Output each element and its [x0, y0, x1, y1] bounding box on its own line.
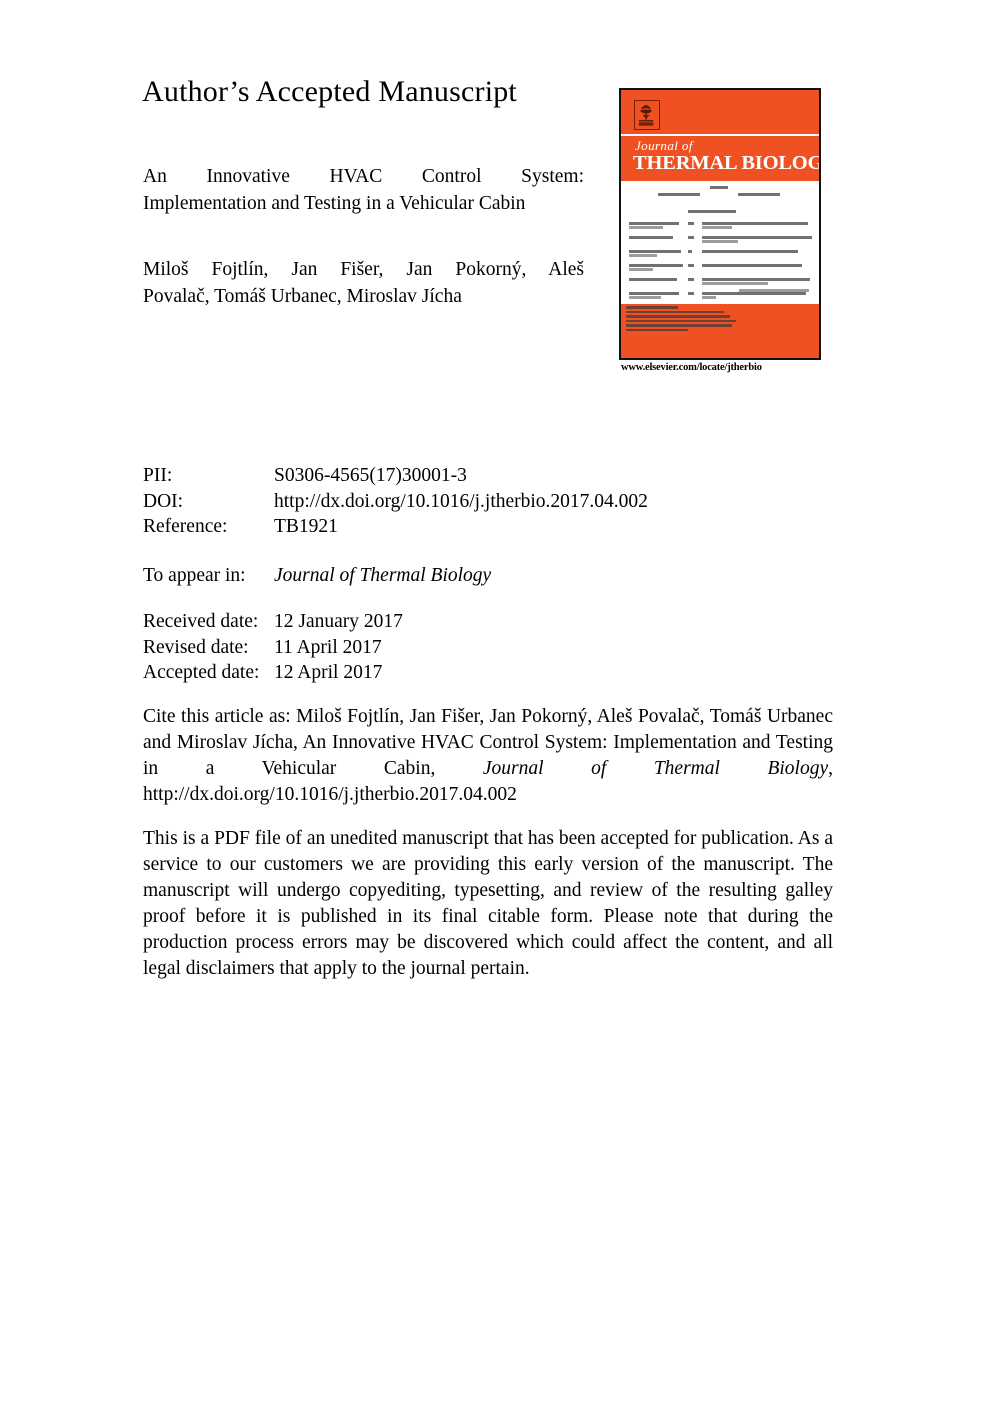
- pii-label: PII:: [143, 465, 173, 486]
- cover-contents-heading: [688, 210, 736, 213]
- appear-in-row: To appear in: Journal of Thermal Biology: [143, 563, 491, 589]
- toc-page-number: [688, 236, 694, 239]
- manuscript-cover-page: Author’s Accepted Manuscript An Innovati…: [0, 0, 992, 1403]
- cover-journal-name: THERMAL BIOLOGY: [633, 152, 821, 174]
- toc-title-2: [702, 282, 768, 285]
- dates-table: Received date: 12 January 2017 Revised d…: [143, 609, 403, 686]
- journal-cover-artwork: Journal of THERMAL BIOLOGY: [619, 88, 821, 360]
- toc-authors: [629, 278, 677, 281]
- appear-in-journal: Journal of Thermal Biology: [274, 565, 492, 586]
- author-list: Miloš Fojtlín, Jan Fišer, Jan Pokorný, A…: [143, 256, 584, 310]
- doi-label: DOI:: [143, 490, 184, 512]
- toc-authors: [629, 236, 673, 239]
- table-row: PII: S0306-4565(17)30001-3: [143, 463, 648, 489]
- author-list-line-1: Miloš Fojtlín, Jan Fišer, Jan Pokorný, A…: [143, 259, 584, 280]
- toc-title: [702, 236, 812, 239]
- article-title: An Innovative HVAC Control System: Implem…: [143, 163, 584, 217]
- table-row: Revised date: 11 April 2017: [143, 635, 403, 661]
- disclaimer-paragraph: This is a PDF file of an unedited manusc…: [143, 828, 833, 979]
- author-list-line-2: Povalač, Tomáš Urbanec, Miroslav Jícha: [143, 286, 462, 307]
- cover-rule-top: [621, 134, 819, 136]
- cover-contents-panel: [621, 181, 819, 304]
- accepted-date-value: 12 April 2017: [274, 662, 383, 683]
- cover-volume-label: [710, 186, 728, 189]
- toc-authors: [629, 250, 681, 253]
- table-row: DOI: http://dx.doi.org/10.1016/j.jtherbi…: [143, 489, 648, 515]
- toc-title: [702, 250, 798, 253]
- revised-date-label: Revised date:: [143, 636, 249, 658]
- revised-date-value: 11 April 2017: [274, 636, 382, 658]
- toc-authors: [629, 264, 683, 267]
- toc-authors-2: [629, 296, 661, 299]
- availability-note-line: [739, 289, 809, 292]
- toc-authors: [629, 222, 679, 225]
- cover-indexing-note: [626, 306, 746, 331]
- reference-label: Reference:: [143, 516, 228, 537]
- toc-authors-2: [629, 268, 653, 271]
- page-title: Author’s Accepted Manuscript: [142, 75, 517, 108]
- indexing-note-line: [626, 328, 688, 331]
- toc-title-2: [702, 296, 716, 299]
- toc-page-number: [688, 278, 694, 281]
- indexing-note-line: [626, 310, 724, 313]
- journal-cover: Journal of THERMAL BIOLOGY www.elsevier.…: [619, 88, 821, 373]
- identifier-table: PII: S0306-4565(17)30001-3 DOI: http://d…: [143, 463, 648, 540]
- cover-contents-inner: [626, 184, 814, 301]
- article-title-line-2: Implementation and Testing in a Vehicula…: [143, 193, 526, 214]
- toc-title: [702, 222, 808, 225]
- toc-title: [702, 292, 806, 295]
- cover-journal-url: www.elsevier.com/locate/jtherbio: [621, 362, 762, 373]
- toc-title-2: [702, 240, 738, 243]
- received-date-label: Received date:: [143, 611, 259, 632]
- reference-value: TB1921: [274, 516, 338, 537]
- citation-block: Cite this article as: Miloš Fojtlín, Jan…: [143, 704, 833, 808]
- indexing-note-line: [626, 315, 730, 318]
- toc-page-number: [688, 292, 694, 295]
- table-row: Reference: TB1921: [143, 514, 648, 540]
- table-row: Received date: 12 January 2017: [143, 609, 403, 635]
- indexing-note-line: [626, 319, 736, 322]
- toc-authors-2: [629, 254, 657, 257]
- doi-value[interactable]: http://dx.doi.org/10.1016/j.jtherbio.201…: [274, 489, 648, 515]
- toc-page-number: [688, 250, 692, 253]
- toc-title-2: [702, 226, 732, 229]
- indexing-note-line: [626, 306, 678, 309]
- toc-page-number: [688, 264, 694, 267]
- pii-value: S0306-4565(17)30001-3: [274, 465, 467, 486]
- cover-editor-left: [658, 193, 700, 196]
- citation-journal: Journal of Thermal Biology: [482, 758, 829, 779]
- appear-in-label: To appear in:: [143, 565, 246, 586]
- table-row: Accepted date: 12 April 2017: [143, 660, 403, 686]
- toc-title: [702, 278, 810, 281]
- elsevier-logo-icon: [634, 100, 660, 130]
- toc-page-number: [688, 222, 694, 225]
- article-title-line-1: An Innovative HVAC Control System:: [143, 166, 584, 187]
- toc-title: [702, 264, 802, 267]
- toc-authors: [629, 292, 679, 295]
- indexing-note-line: [626, 324, 732, 327]
- cover-availability-note: [739, 289, 811, 292]
- accepted-date-label: Accepted date:: [143, 662, 260, 683]
- received-date-value: 12 January 2017: [274, 611, 403, 632]
- cover-editor-right: [738, 193, 780, 196]
- toc-authors-2: [629, 226, 663, 229]
